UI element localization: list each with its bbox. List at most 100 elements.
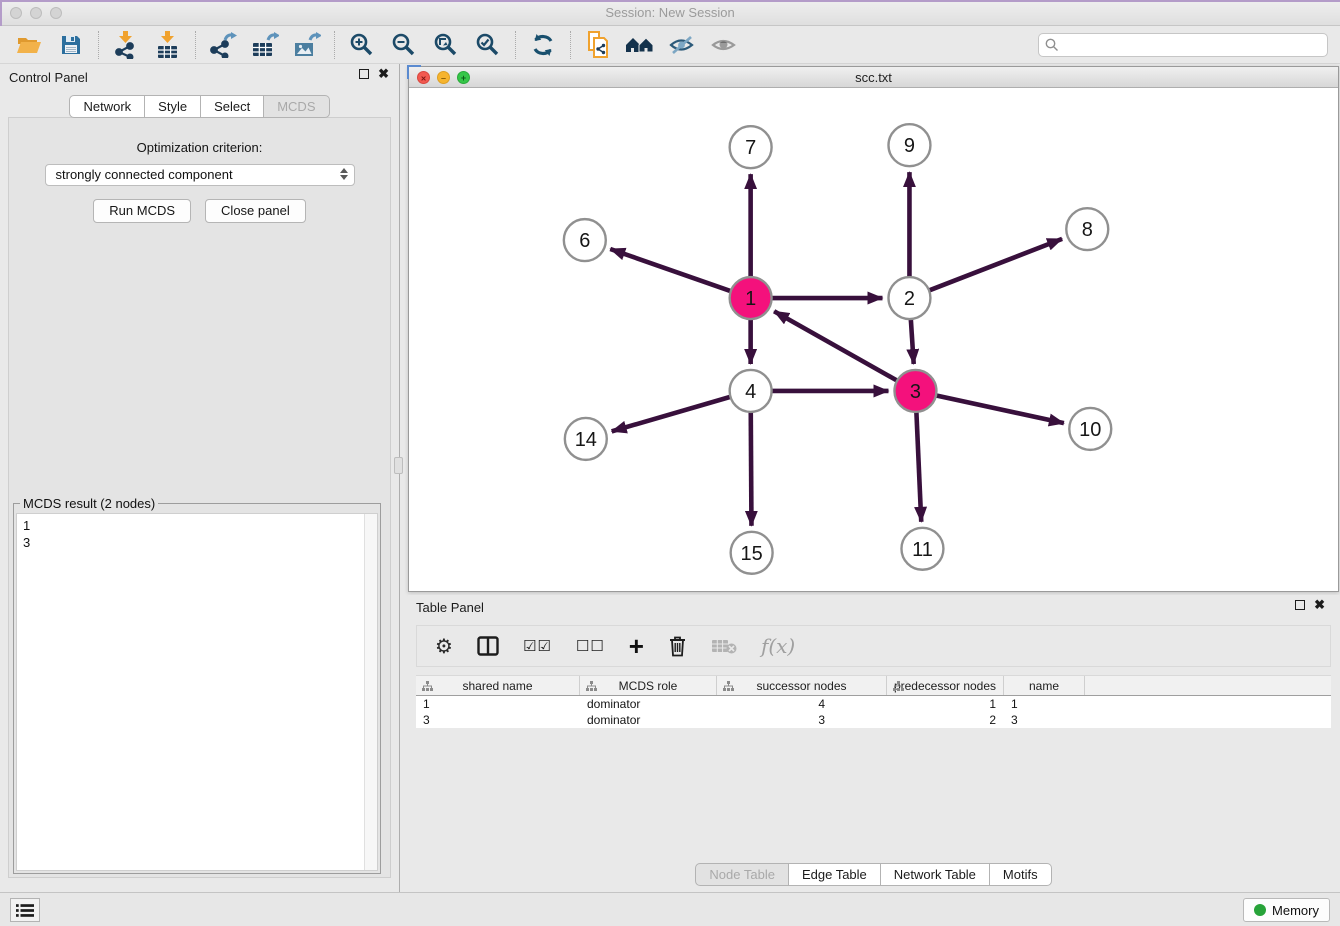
memory-button[interactable]: Memory (1243, 898, 1330, 922)
graph-node-label-14: 14 (575, 429, 597, 451)
network-graph[interactable]: 7968124314101511 (409, 88, 1338, 591)
close-table-panel-icon[interactable]: ✖ (1314, 600, 1325, 610)
search-field-wrap (1038, 33, 1328, 57)
float-table-panel-icon[interactable] (1295, 600, 1305, 610)
deselect-all-rows-button[interactable]: ☐☐ (576, 631, 605, 661)
column-header-mcds-role[interactable]: MCDS role (580, 676, 717, 695)
column-header-shared-name[interactable]: shared name (416, 676, 580, 695)
cell-successor-nodes[interactable]: 3 (717, 712, 887, 728)
graph-node-label-7: 7 (745, 137, 756, 159)
graph-edge-3-1[interactable] (774, 311, 899, 381)
workspace-area: scc.txt 7968124314101511 (408, 64, 1339, 892)
table-panel-title: Table Panel (416, 600, 484, 615)
add-row-button[interactable]: + (629, 631, 644, 661)
show-all-button[interactable] (703, 29, 745, 61)
node-table: shared name MCDS role (416, 675, 1331, 728)
mcds-result-line: 1 (23, 517, 371, 534)
result-scrollbar[interactable] (364, 514, 377, 870)
export-table-icon (251, 32, 279, 58)
tab-network-table[interactable]: Network Table (881, 863, 990, 886)
cell-shared-name[interactable]: 3 (416, 712, 580, 728)
first-neighbors-button[interactable] (619, 29, 661, 61)
cell-predecessor-nodes[interactable]: 1 (887, 696, 1004, 712)
table-panel: Table Panel ✖ ⚙ ☑☑ ☐☐ (408, 595, 1339, 890)
graph-edge-2-3[interactable] (911, 317, 914, 364)
cell-mcds-role[interactable]: dominator (580, 696, 717, 712)
function-builder-button[interactable]: f(x) (761, 631, 795, 661)
control-panel-header: Control Panel ✖ (0, 64, 399, 90)
tab-motifs[interactable]: Motifs (990, 863, 1052, 886)
search-input[interactable] (1038, 33, 1328, 57)
delete-table-button[interactable] (711, 631, 737, 661)
delete-row-button[interactable] (668, 631, 687, 661)
zoom-selected-button[interactable] (467, 29, 509, 61)
show-columns-button[interactable] (477, 631, 499, 661)
tab-mcds[interactable]: MCDS (264, 95, 329, 118)
zoom-out-icon (391, 32, 417, 58)
graph-edge-4-15[interactable] (751, 410, 752, 526)
trash-icon (668, 635, 687, 657)
run-mcds-button[interactable]: Run MCDS (93, 199, 191, 223)
close-panel-icon[interactable]: ✖ (378, 69, 389, 79)
column-header-name[interactable]: name (1004, 676, 1085, 695)
table-options-button[interactable]: ⚙ (435, 631, 453, 661)
open-session-button[interactable] (8, 29, 50, 61)
status-bar: Memory (0, 892, 1340, 926)
zoom-out-button[interactable] (383, 29, 425, 61)
graph-node-label-11: 11 (912, 539, 933, 561)
graph-edge-3-11[interactable] (916, 410, 921, 522)
network-canvas[interactable]: 7968124314101511 (409, 88, 1338, 591)
criterion-select[interactable]: strongly connected component (45, 164, 355, 186)
import-table-icon (155, 31, 181, 59)
column-header-predecessor-nodes[interactable]: predecessor nodes (887, 676, 1004, 695)
cell-predecessor-nodes[interactable]: 2 (887, 712, 1004, 728)
cell-mcds-role[interactable]: dominator (580, 712, 717, 728)
column-header-successor-nodes[interactable]: successor nodes (717, 676, 887, 695)
mcds-result-textarea[interactable]: 1 3 (16, 513, 378, 871)
table-row[interactable]: 1 dominator 4 1 1 (416, 696, 1331, 712)
tab-edge-table[interactable]: Edge Table (789, 863, 881, 886)
save-session-button[interactable] (50, 29, 92, 61)
cell-name[interactable]: 1 (1004, 696, 1085, 712)
panel-splitter-handle[interactable] (394, 457, 403, 474)
application-window: Session: New Session (0, 0, 1340, 926)
clone-network-button[interactable] (577, 29, 619, 61)
cell-successor-nodes[interactable]: 4 (717, 696, 887, 712)
close-panel-button[interactable]: Close panel (205, 199, 306, 223)
export-network-button[interactable] (202, 29, 244, 61)
export-image-button[interactable] (286, 29, 328, 61)
graph-node-label-2: 2 (904, 288, 915, 310)
import-table-button[interactable] (147, 29, 189, 61)
export-network-icon (209, 32, 237, 58)
graph-edge-3-10[interactable] (934, 395, 1064, 423)
criterion-value: strongly connected component (56, 167, 233, 182)
tab-select[interactable]: Select (201, 95, 264, 118)
zoom-in-button[interactable] (341, 29, 383, 61)
export-table-button[interactable] (244, 29, 286, 61)
toolbar-separator (98, 31, 99, 59)
control-panel: Control Panel ✖ Network Style Select MCD… (0, 64, 400, 892)
table-row[interactable]: 3 dominator 3 2 3 (416, 712, 1331, 728)
attribute-icon (893, 681, 904, 692)
float-panel-icon[interactable] (359, 69, 369, 79)
import-network-button[interactable] (105, 29, 147, 61)
graph-node-label-10: 10 (1079, 419, 1101, 441)
graph-node-label-8: 8 (1082, 219, 1093, 241)
graph-edge-2-8[interactable] (927, 239, 1062, 291)
cell-shared-name[interactable]: 1 (416, 696, 580, 712)
tab-style[interactable]: Style (145, 95, 201, 118)
zoom-fit-icon (433, 32, 459, 58)
hide-selected-button[interactable] (661, 29, 703, 61)
task-history-button[interactable] (10, 898, 40, 922)
save-floppy-icon (59, 33, 83, 57)
cell-name[interactable]: 3 (1004, 712, 1085, 728)
zoom-fit-button[interactable] (425, 29, 467, 61)
select-all-rows-button[interactable]: ☑☑ (523, 631, 552, 661)
tab-network[interactable]: Network (69, 95, 145, 118)
graph-node-label-9: 9 (904, 135, 915, 157)
tab-node-table[interactable]: Node Table (695, 863, 789, 886)
graph-edge-4-14[interactable] (612, 396, 733, 431)
mcds-panel: Optimization criterion: strongly connect… (8, 117, 391, 878)
refresh-button[interactable] (522, 29, 564, 61)
graph-edge-1-6[interactable] (610, 249, 732, 292)
